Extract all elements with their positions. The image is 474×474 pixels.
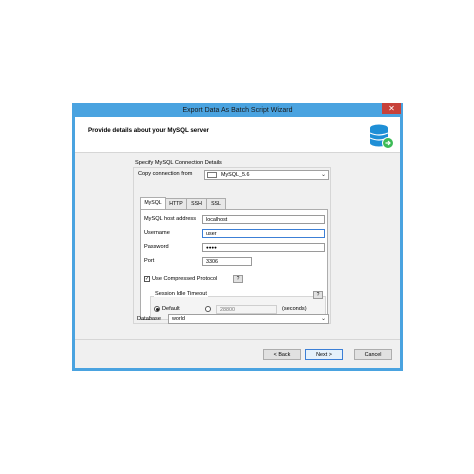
- seconds-label: (seconds): [282, 306, 307, 312]
- timeout-input[interactable]: 28800: [216, 305, 277, 314]
- tab-ssl[interactable]: SSL: [206, 198, 226, 209]
- port-label: Port: [144, 258, 155, 264]
- page-heading: Provide details about your MySQL server: [88, 127, 209, 134]
- copy-connection-select[interactable]: MySQL_5.6 ⌄: [204, 170, 329, 180]
- next-button[interactable]: Next >: [305, 349, 343, 360]
- cancel-button[interactable]: Cancel: [354, 349, 392, 360]
- database-label: Database: [137, 316, 161, 322]
- custom-timeout-radio[interactable]: [205, 306, 211, 312]
- copy-connection-label: Copy connection from: [138, 171, 193, 177]
- username-input[interactable]: user: [202, 229, 325, 238]
- header-banner: Provide details about your MySQL server: [75, 117, 400, 153]
- copy-connection-value: MySQL_5.6: [221, 172, 250, 178]
- idle-timeout-label: Session Idle Timeout: [154, 291, 208, 297]
- username-label: Username: [144, 230, 170, 236]
- mysql-tab-panel: MySQL host address localhost Username us…: [140, 209, 328, 320]
- default-radio-label: Default: [162, 306, 180, 312]
- connection-group-label: Specify MySQL Connection Details: [135, 160, 222, 166]
- tab-ssh[interactable]: SSH: [186, 198, 207, 209]
- database-value: world: [172, 316, 185, 322]
- database-select[interactable]: world ⌄: [168, 314, 329, 324]
- chevron-down-icon: ⌄: [320, 172, 326, 178]
- idle-help-button[interactable]: ?: [313, 291, 323, 299]
- host-input[interactable]: localhost: [202, 215, 325, 224]
- host-label: MySQL host address: [144, 216, 197, 222]
- database-export-icon: [369, 124, 394, 149]
- back-button[interactable]: < Back: [263, 349, 301, 360]
- password-label: Password: [144, 244, 169, 250]
- password-input[interactable]: ●●●●: [202, 243, 325, 252]
- dialog-body: Provide details about your MySQL server …: [75, 117, 400, 368]
- compression-help-button[interactable]: ?: [233, 275, 243, 283]
- chevron-down-icon: ⌄: [320, 316, 326, 322]
- connection-icon: [207, 172, 217, 178]
- window-title: Export Data As Batch Script Wizard: [182, 107, 293, 114]
- compressed-protocol-checkbox[interactable]: ✓: [144, 276, 150, 282]
- close-button[interactable]: ✕: [382, 103, 401, 114]
- tab-http[interactable]: HTTP: [165, 198, 187, 209]
- wizard-window: Export Data As Batch Script Wizard ✕ Pro…: [72, 103, 403, 371]
- close-icon: ✕: [388, 104, 395, 113]
- compressed-protocol-label: Use Compressed Protocol: [152, 276, 218, 282]
- footer-divider: [75, 339, 400, 340]
- default-radio[interactable]: [154, 306, 160, 312]
- port-input[interactable]: 3306: [202, 257, 252, 266]
